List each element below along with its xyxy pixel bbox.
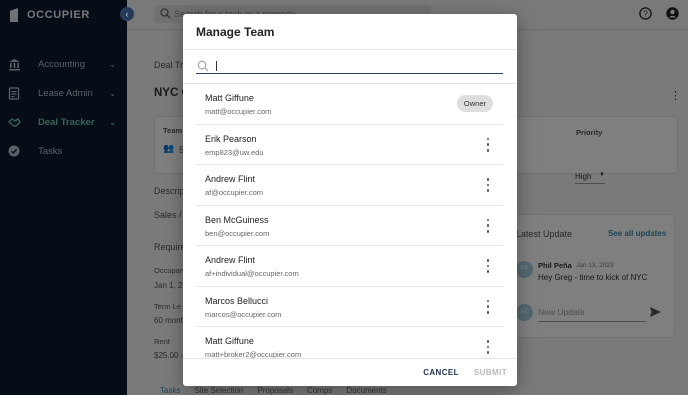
collapse-sidebar-button[interactable]: ‹ <box>120 7 134 21</box>
member-name: Ben McGuiness <box>205 214 269 225</box>
cancel-button[interactable]: CANCEL <box>423 368 459 377</box>
dialog-actions: CANCEL SUBMIT <box>423 368 507 377</box>
search-icon <box>197 60 209 71</box>
member-list: Matt Giffune matt@occupier.com Owner Eri… <box>196 84 503 358</box>
member-name: Marcos Bellucci <box>205 295 269 306</box>
dialog-title: Manage Team <box>196 25 275 39</box>
member-email: af+individual@occupier.com <box>205 269 299 278</box>
team-search-field[interactable] <box>196 58 503 74</box>
member-email: matt@occupier.com <box>205 107 272 116</box>
member-name: Andrew Flint <box>205 174 256 184</box>
owner-badge: Owner <box>456 95 493 112</box>
submit-button[interactable]: SUBMIT <box>474 368 507 377</box>
member-name: Erik Pearson <box>205 133 257 144</box>
list-item: Andrew Flint af+individual@occupier.com <box>196 246 503 287</box>
member-email: ben@occupier.com <box>205 228 270 238</box>
member-email: marcos@occupier.com <box>205 309 282 319</box>
more-vert-icon[interactable] <box>485 340 491 354</box>
list-item: Andrew Flint af@occupier.com <box>196 165 503 206</box>
divider <box>183 358 517 359</box>
list-item: Ben McGuiness ben@occupier.com <box>196 206 503 246</box>
more-vert-icon[interactable] <box>485 218 491 233</box>
member-name: Matt Giffune <box>205 336 254 346</box>
more-vert-icon[interactable] <box>485 178 491 192</box>
list-item: Matt Giffune matt@occupier.com Owner <box>196 84 503 125</box>
manage-team-dialog: Manage Team Matt Giffune matt@occupier.c… <box>183 14 517 386</box>
member-name: Matt Giffune <box>205 93 254 103</box>
more-vert-icon[interactable] <box>485 137 491 152</box>
divider <box>183 49 517 50</box>
list-item: Marcos Bellucci marcos@occupier.com <box>196 287 503 327</box>
member-email: af@occupier.com <box>205 188 264 197</box>
more-vert-icon[interactable] <box>485 299 491 314</box>
member-email: emp823@uw.edu <box>205 147 264 157</box>
team-search-input[interactable] <box>217 60 503 71</box>
more-vert-icon[interactable] <box>485 259 491 273</box>
chevron-left-icon: ‹ <box>125 9 129 19</box>
member-name: Andrew Flint <box>205 255 256 265</box>
member-email: matt+broker2@occupier.com <box>205 350 302 358</box>
list-item: Matt Giffune matt+broker2@occupier.com <box>196 327 503 358</box>
list-item: Erik Pearson emp823@uw.edu <box>196 125 503 165</box>
